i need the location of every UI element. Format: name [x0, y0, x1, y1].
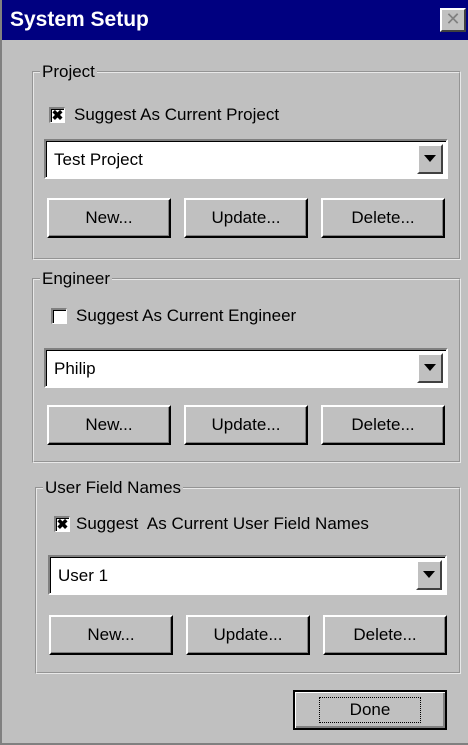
engineer-delete-button[interactable]: Delete...: [321, 405, 445, 445]
project-new-button[interactable]: New...: [47, 198, 171, 238]
project-group-legend: Project: [42, 62, 95, 81]
engineer-update-button[interactable]: Update...: [184, 405, 308, 445]
engineer-select[interactable]: Philip: [44, 348, 448, 388]
project-update-button[interactable]: Update...: [184, 198, 308, 238]
checkbox-box[interactable]: ✖: [54, 516, 70, 532]
project-select-value: Test Project: [54, 150, 143, 169]
project-select[interactable]: Test Project: [44, 139, 448, 179]
user-field-names-new-button[interactable]: New...: [49, 615, 173, 655]
user-field-names-update-button[interactable]: Update...: [186, 615, 310, 655]
suggest-current-engineer-checkbox[interactable]: Suggest As Current Engineer: [51, 306, 296, 326]
engineer-group-legend: Engineer: [42, 269, 111, 288]
suggest-current-project-checkbox[interactable]: ✖ Suggest As Current Project: [49, 105, 279, 125]
engineer-new-button[interactable]: New...: [47, 405, 171, 445]
checkbox-label: Suggest As Current Engineer: [76, 306, 297, 325]
user-field-names-select[interactable]: User 1: [48, 555, 447, 595]
checkbox-label: Suggest As Current Project: [74, 105, 280, 124]
done-button-label: Done: [318, 697, 422, 723]
checkbox-box[interactable]: [51, 308, 67, 324]
close-icon[interactable]: ✕: [440, 8, 466, 32]
dropdown-arrow-icon[interactable]: [417, 353, 443, 383]
done-button[interactable]: Done: [293, 690, 447, 730]
engineer-select-value: Philip: [54, 359, 96, 378]
dropdown-arrow-icon[interactable]: [417, 144, 443, 174]
checkbox-label: Suggest As Current User Field Names: [76, 514, 369, 533]
suggest-current-user-field-names-checkbox[interactable]: ✖ Suggest As Current User Field Names: [54, 514, 369, 534]
title-bar[interactable]: System Setup ✕: [2, 0, 468, 40]
system-setup-dialog: System Setup ✕ Project ✖ Suggest As Curr…: [0, 0, 468, 745]
window-title: System Setup: [10, 8, 149, 31]
checkbox-box[interactable]: ✖: [49, 107, 65, 123]
user-field-names-select-value: User 1: [58, 566, 109, 585]
user-field-names-group-legend: User Field Names: [45, 478, 182, 497]
dropdown-arrow-icon[interactable]: [416, 560, 442, 590]
project-delete-button[interactable]: Delete...: [321, 198, 445, 238]
user-field-names-delete-button[interactable]: Delete...: [323, 615, 447, 655]
